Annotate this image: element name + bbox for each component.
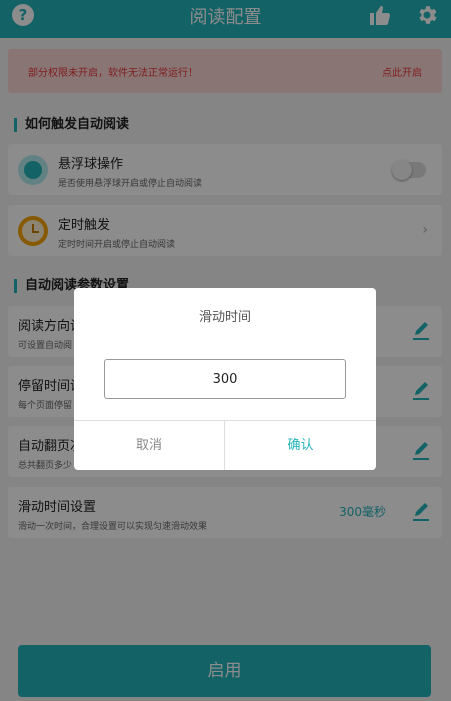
confirm-button[interactable]: 确认 — [225, 421, 376, 470]
slide-time-dialog: 滑动时间 300 取消 确认 — [74, 288, 376, 470]
slide-time-input[interactable]: 300 — [104, 359, 346, 399]
dialog-title: 滑动时间 — [198, 310, 251, 325]
cancel-button[interactable]: 取消 — [74, 421, 224, 470]
